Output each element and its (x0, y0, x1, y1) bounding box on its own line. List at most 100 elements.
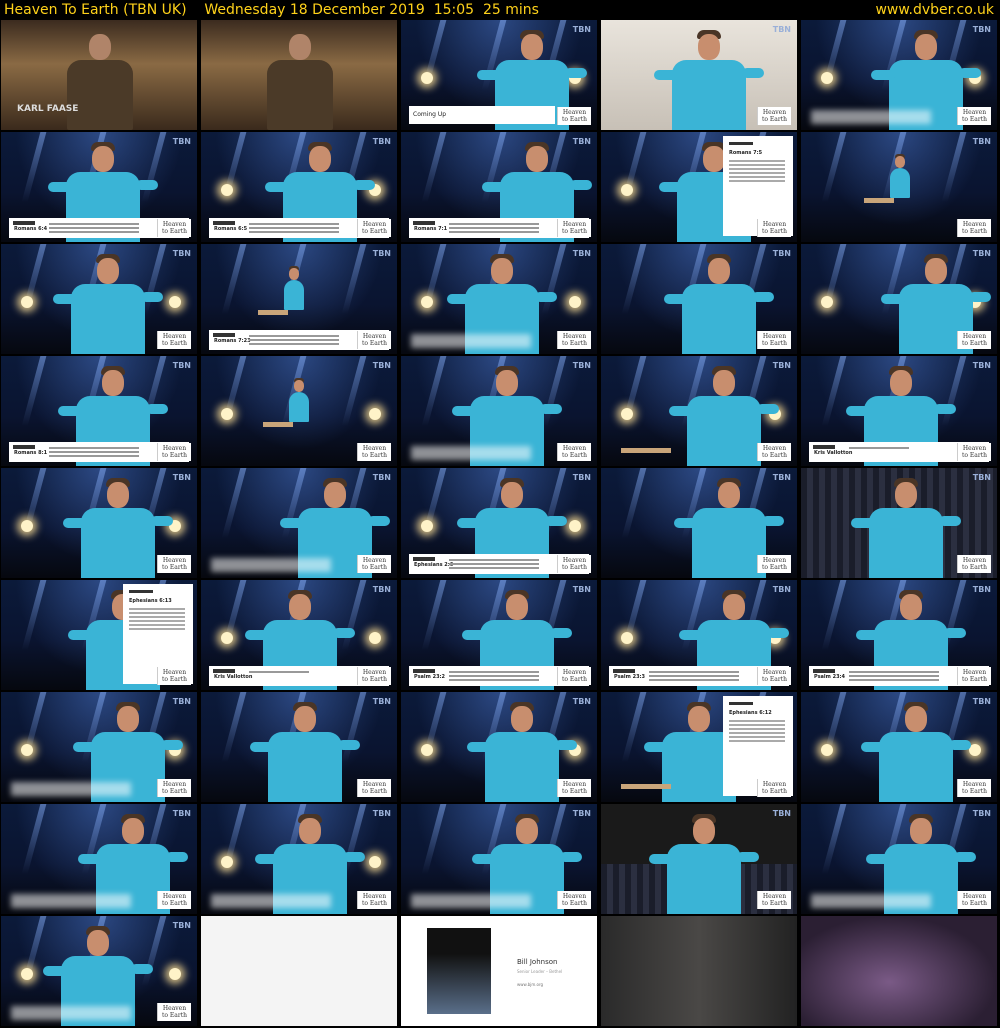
light-beam (821, 804, 847, 874)
thumbnail[interactable]: TBN Heaven to Earth (1, 804, 197, 914)
channel-bug: TBN (572, 249, 591, 258)
thumbnail[interactable]: TBN Romans 7:23 Heaven to Earth (201, 244, 397, 354)
show-logo: Heaven to Earth (357, 779, 391, 797)
show-logo: Heaven to Earth (157, 1003, 191, 1021)
scripture-text (449, 559, 539, 561)
thumbnail[interactable]: TBN Romans 7:1 Heaven to Earth (401, 132, 597, 242)
show-logo: Heaven to Earth (157, 331, 191, 349)
thumbnail[interactable] (801, 916, 997, 1026)
lower-third-tag (13, 221, 35, 225)
show-logo: Heaven to Earth (157, 443, 191, 461)
thumbnail[interactable]: TBNEphesians 6:13Heavento Earth (1, 580, 197, 690)
scripture-ref: Romans 6:4 (14, 226, 48, 232)
thumbnail[interactable]: TBN Heaven to Earth (1, 916, 197, 1026)
thumbnail[interactable]: TBN Heaven to Earth (801, 20, 997, 130)
channel-bug: TBN (372, 473, 391, 482)
show-logo-line2: to Earth (361, 788, 388, 795)
thumbnail[interactable]: TBN Ephesians 2:6 Heaven to Earth (401, 468, 597, 578)
thumbnail[interactable]: TBN Heaven to Earth (801, 132, 997, 242)
thumbnail[interactable]: TBN Heaven to Earth (601, 20, 797, 130)
site-link[interactable]: www.dvber.co.uk (875, 0, 994, 20)
show-logo: Heaven to Earth (957, 779, 991, 797)
transition-blur (811, 110, 931, 124)
stage-light (821, 296, 833, 308)
thumbnail[interactable]: TBN Heaven to Earth (801, 244, 997, 354)
show-logo-line1: Heaven (362, 669, 387, 676)
thumbnail[interactable]: TBN Heaven to Earth (801, 804, 997, 914)
thumbnail[interactable]: TBN Kris Vallotton Heaven to Earth (801, 356, 997, 466)
show-logo: Heaven to Earth (757, 443, 791, 461)
thumbnail[interactable]: TBN Heaven to Earth (401, 356, 597, 466)
lower-third-tag (213, 221, 235, 225)
thumbnail[interactable]: TBN Heaven to Earth (1, 468, 197, 578)
channel-bug: TBN (572, 697, 591, 706)
thumbnail[interactable]: TBN Heaven to Earth (401, 244, 597, 354)
show-logo: Heaven to Earth (357, 667, 391, 685)
show-logo-line1: Heaven (562, 893, 587, 900)
thumbnail[interactable]: TBN Heaven to Earth (201, 356, 397, 466)
lower-third-tag (13, 445, 35, 449)
thumbnail[interactable]: TBN Heaven to Earth (801, 468, 997, 578)
channel-bug: TBN (172, 361, 191, 370)
show-logo-line2: to Earth (761, 340, 788, 347)
channel-bug: TBN (572, 137, 591, 146)
podium (258, 310, 288, 315)
thumbnail[interactable]: TBN Heaven to Earth (601, 356, 797, 466)
show-logo: Heaven to Earth (357, 891, 391, 909)
transition-blur (411, 334, 531, 348)
scripture-text (729, 720, 785, 722)
thumbnail[interactable]: TBN Romans 6:4 Heaven to Earth (1, 132, 197, 242)
show-logo-line2: to Earth (961, 676, 988, 683)
thumbnail[interactable]: TBN Romans 8:1 Heaven to Earth (1, 356, 197, 466)
show-logo-line2: to Earth (961, 228, 988, 235)
thumbnail[interactable] (201, 20, 397, 130)
channel-bug: TBN (572, 585, 591, 594)
light-beam (421, 132, 447, 202)
light-beam (21, 132, 47, 202)
show-logo-line2: to Earth (561, 340, 588, 347)
thumbnail[interactable]: TBN Heaven to Earth (601, 244, 797, 354)
stage-light (221, 408, 233, 420)
stage-light (569, 296, 581, 308)
scripture-ref: Romans 7:23 (214, 338, 251, 344)
thumbnail[interactable]: TBN Heaven to Earth (401, 804, 597, 914)
thumbnail[interactable]: TBNRomans 7:5Heavento Earth (601, 132, 797, 242)
stage-light (169, 296, 181, 308)
thumbnail[interactable]: TBN Psalm 23:3 Heaven to Earth (601, 580, 797, 690)
thumbnail[interactable]: TBN Heaven to Earth (601, 804, 797, 914)
transition-blur (11, 782, 131, 796)
thumbnail[interactable]: TBN Psalm 23:4 Heaven to Earth (801, 580, 997, 690)
thumbnail[interactable]: TBN Heaven to Earth (201, 804, 397, 914)
thumbnail[interactable]: KARL FAASE (1, 20, 197, 130)
light-beam (541, 356, 567, 426)
stage-light (621, 632, 633, 644)
thumbnail[interactable] (201, 916, 397, 1026)
thumbnail[interactable]: TBN Heaven to Earth (201, 692, 397, 802)
show-logo-line1: Heaven (762, 557, 787, 564)
channel-bug: TBN (972, 137, 991, 146)
thumbnail[interactable] (601, 916, 797, 1026)
thumbnail[interactable]: TBN Heaven to Earth (401, 692, 597, 802)
thumbnail[interactable]: TBN Heaven to Earth (201, 468, 397, 578)
thumbnail[interactable]: TBN Heaven to Earth (601, 468, 797, 578)
thumbnail[interactable]: TBN Heaven to Earth (1, 244, 197, 354)
show-logo-line2: to Earth (161, 900, 188, 907)
transition-blur (811, 894, 931, 908)
stage-light (621, 184, 633, 196)
show-logo-line1: Heaven (962, 221, 987, 228)
show-logo-line1: Heaven (162, 557, 187, 564)
thumbnail[interactable]: TBN Heaven to Earth (801, 692, 997, 802)
lower-third-tag (413, 557, 435, 561)
thumbnail[interactable]: TBN Coming Up Heaven to Earth (401, 20, 597, 130)
thumbnail[interactable]: Bill Johnson Senior Leader – Bethel www.bj… (401, 916, 597, 1026)
thumbnail[interactable]: TBN Kris Vallotton Heaven to Earth (201, 580, 397, 690)
credit-card: Bill Johnson Senior Leader – Bethel www.bj… (517, 958, 562, 989)
thumbnail[interactable]: TBN Heaven to Earth (1, 692, 197, 802)
thumbnail[interactable]: TBNEphesians 6:12Heavento Earth (601, 692, 797, 802)
thumbnail[interactable]: TBN Romans 6:5 Heaven to Earth (201, 132, 397, 242)
light-beam (421, 580, 447, 650)
show-logo: Heaven to Earth (757, 667, 791, 685)
thumbnail[interactable]: TBN Psalm 23:2 Heaven to Earth (401, 580, 597, 690)
show-logo: Heaven to Earth (557, 779, 591, 797)
show-logo-line1: Heaven (162, 893, 187, 900)
